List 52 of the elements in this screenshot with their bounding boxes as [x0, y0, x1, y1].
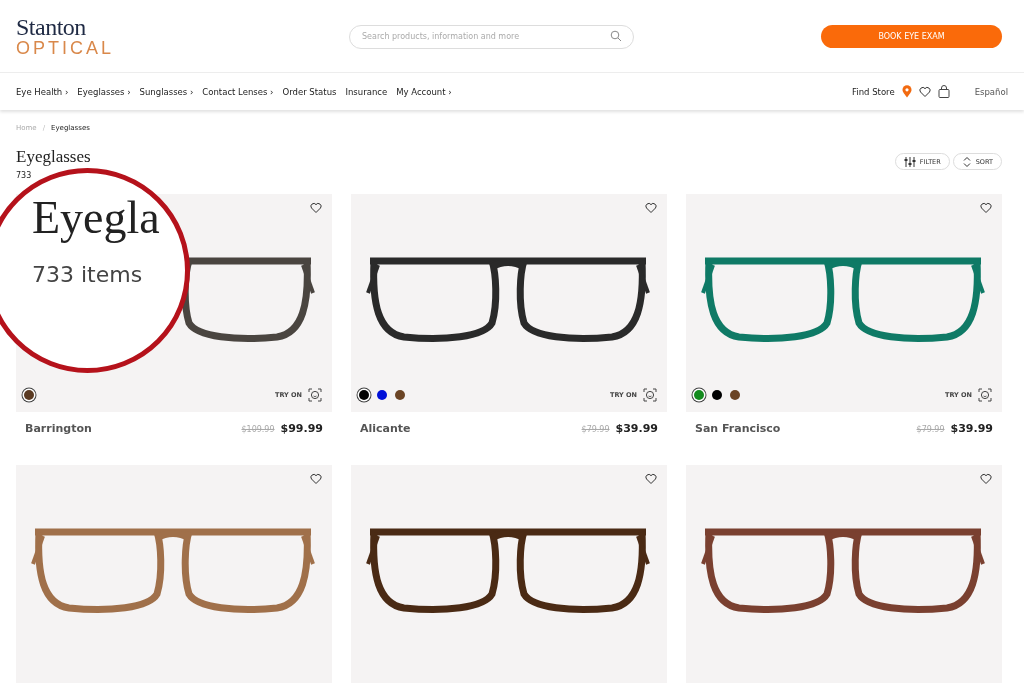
original-price: $79.99: [916, 425, 945, 434]
favorite-button[interactable]: [310, 202, 324, 216]
face-scan-icon: [978, 388, 992, 402]
nav-link[interactable]: Order Status: [282, 86, 337, 97]
color-swatch[interactable]: [24, 390, 34, 400]
product-name[interactable]: Barrington: [25, 422, 92, 435]
sale-price: $39.99: [615, 422, 658, 435]
nav-link[interactable]: Insurance: [345, 86, 388, 97]
favorite-button[interactable]: [645, 202, 659, 216]
search-field[interactable]: Search products, information and more: [349, 24, 634, 49]
chevrons-icon: [961, 155, 972, 168]
heart-icon: [980, 473, 992, 485]
favorite-button[interactable]: [980, 473, 994, 487]
nav-link[interactable]: Eye Health ›: [16, 86, 69, 97]
logo[interactable]: Stanton OPTICAL: [16, 15, 206, 57]
heart-icon: [980, 202, 992, 214]
face-scan-icon: [308, 388, 322, 402]
page-title: Eyeglasses: [16, 147, 91, 167]
nav-link[interactable]: My Account ›: [396, 86, 452, 97]
color-swatch[interactable]: [359, 390, 369, 400]
favorite-button[interactable]: [980, 202, 994, 216]
location-pin-icon: [901, 85, 912, 98]
magnified-title: Eyegla: [32, 193, 161, 244]
nav-link[interactable]: Eyeglasses ›: [77, 86, 131, 97]
magnified-count: 733 items: [32, 261, 144, 287]
language-link[interactable]: Español: [974, 86, 1008, 97]
product-name[interactable]: Alicante: [360, 422, 411, 435]
color-swatch[interactable]: [694, 390, 704, 400]
heart-icon: [645, 473, 657, 485]
color-swatch[interactable]: [730, 390, 740, 400]
color-swatch[interactable]: [377, 390, 387, 400]
color-swatch[interactable]: [395, 390, 405, 400]
heart-icon: [310, 202, 322, 214]
find-store-link[interactable]: Find Store: [852, 86, 895, 97]
sale-price: $39.99: [950, 422, 993, 435]
original-price: $109.99: [241, 425, 275, 434]
original-price: $79.99: [581, 425, 610, 434]
search-icon: [610, 30, 622, 42]
color-swatch[interactable]: [712, 390, 722, 400]
face-scan-icon: [643, 388, 657, 402]
product-name[interactable]: San Francisco: [695, 422, 781, 435]
item-count: 733: [16, 171, 33, 180]
sliders-icon: [903, 155, 916, 168]
favorite-button[interactable]: [645, 473, 659, 487]
heart-icon: [918, 85, 931, 98]
heart-icon: [645, 202, 657, 214]
nav-link[interactable]: Contact Lenses ›: [202, 86, 274, 97]
heart-icon: [310, 473, 322, 485]
sale-price: $99.99: [280, 422, 323, 435]
nav-link[interactable]: Sunglasses ›: [139, 86, 194, 97]
favorite-button[interactable]: [310, 473, 324, 487]
shopping-bag-icon: [937, 85, 950, 98]
